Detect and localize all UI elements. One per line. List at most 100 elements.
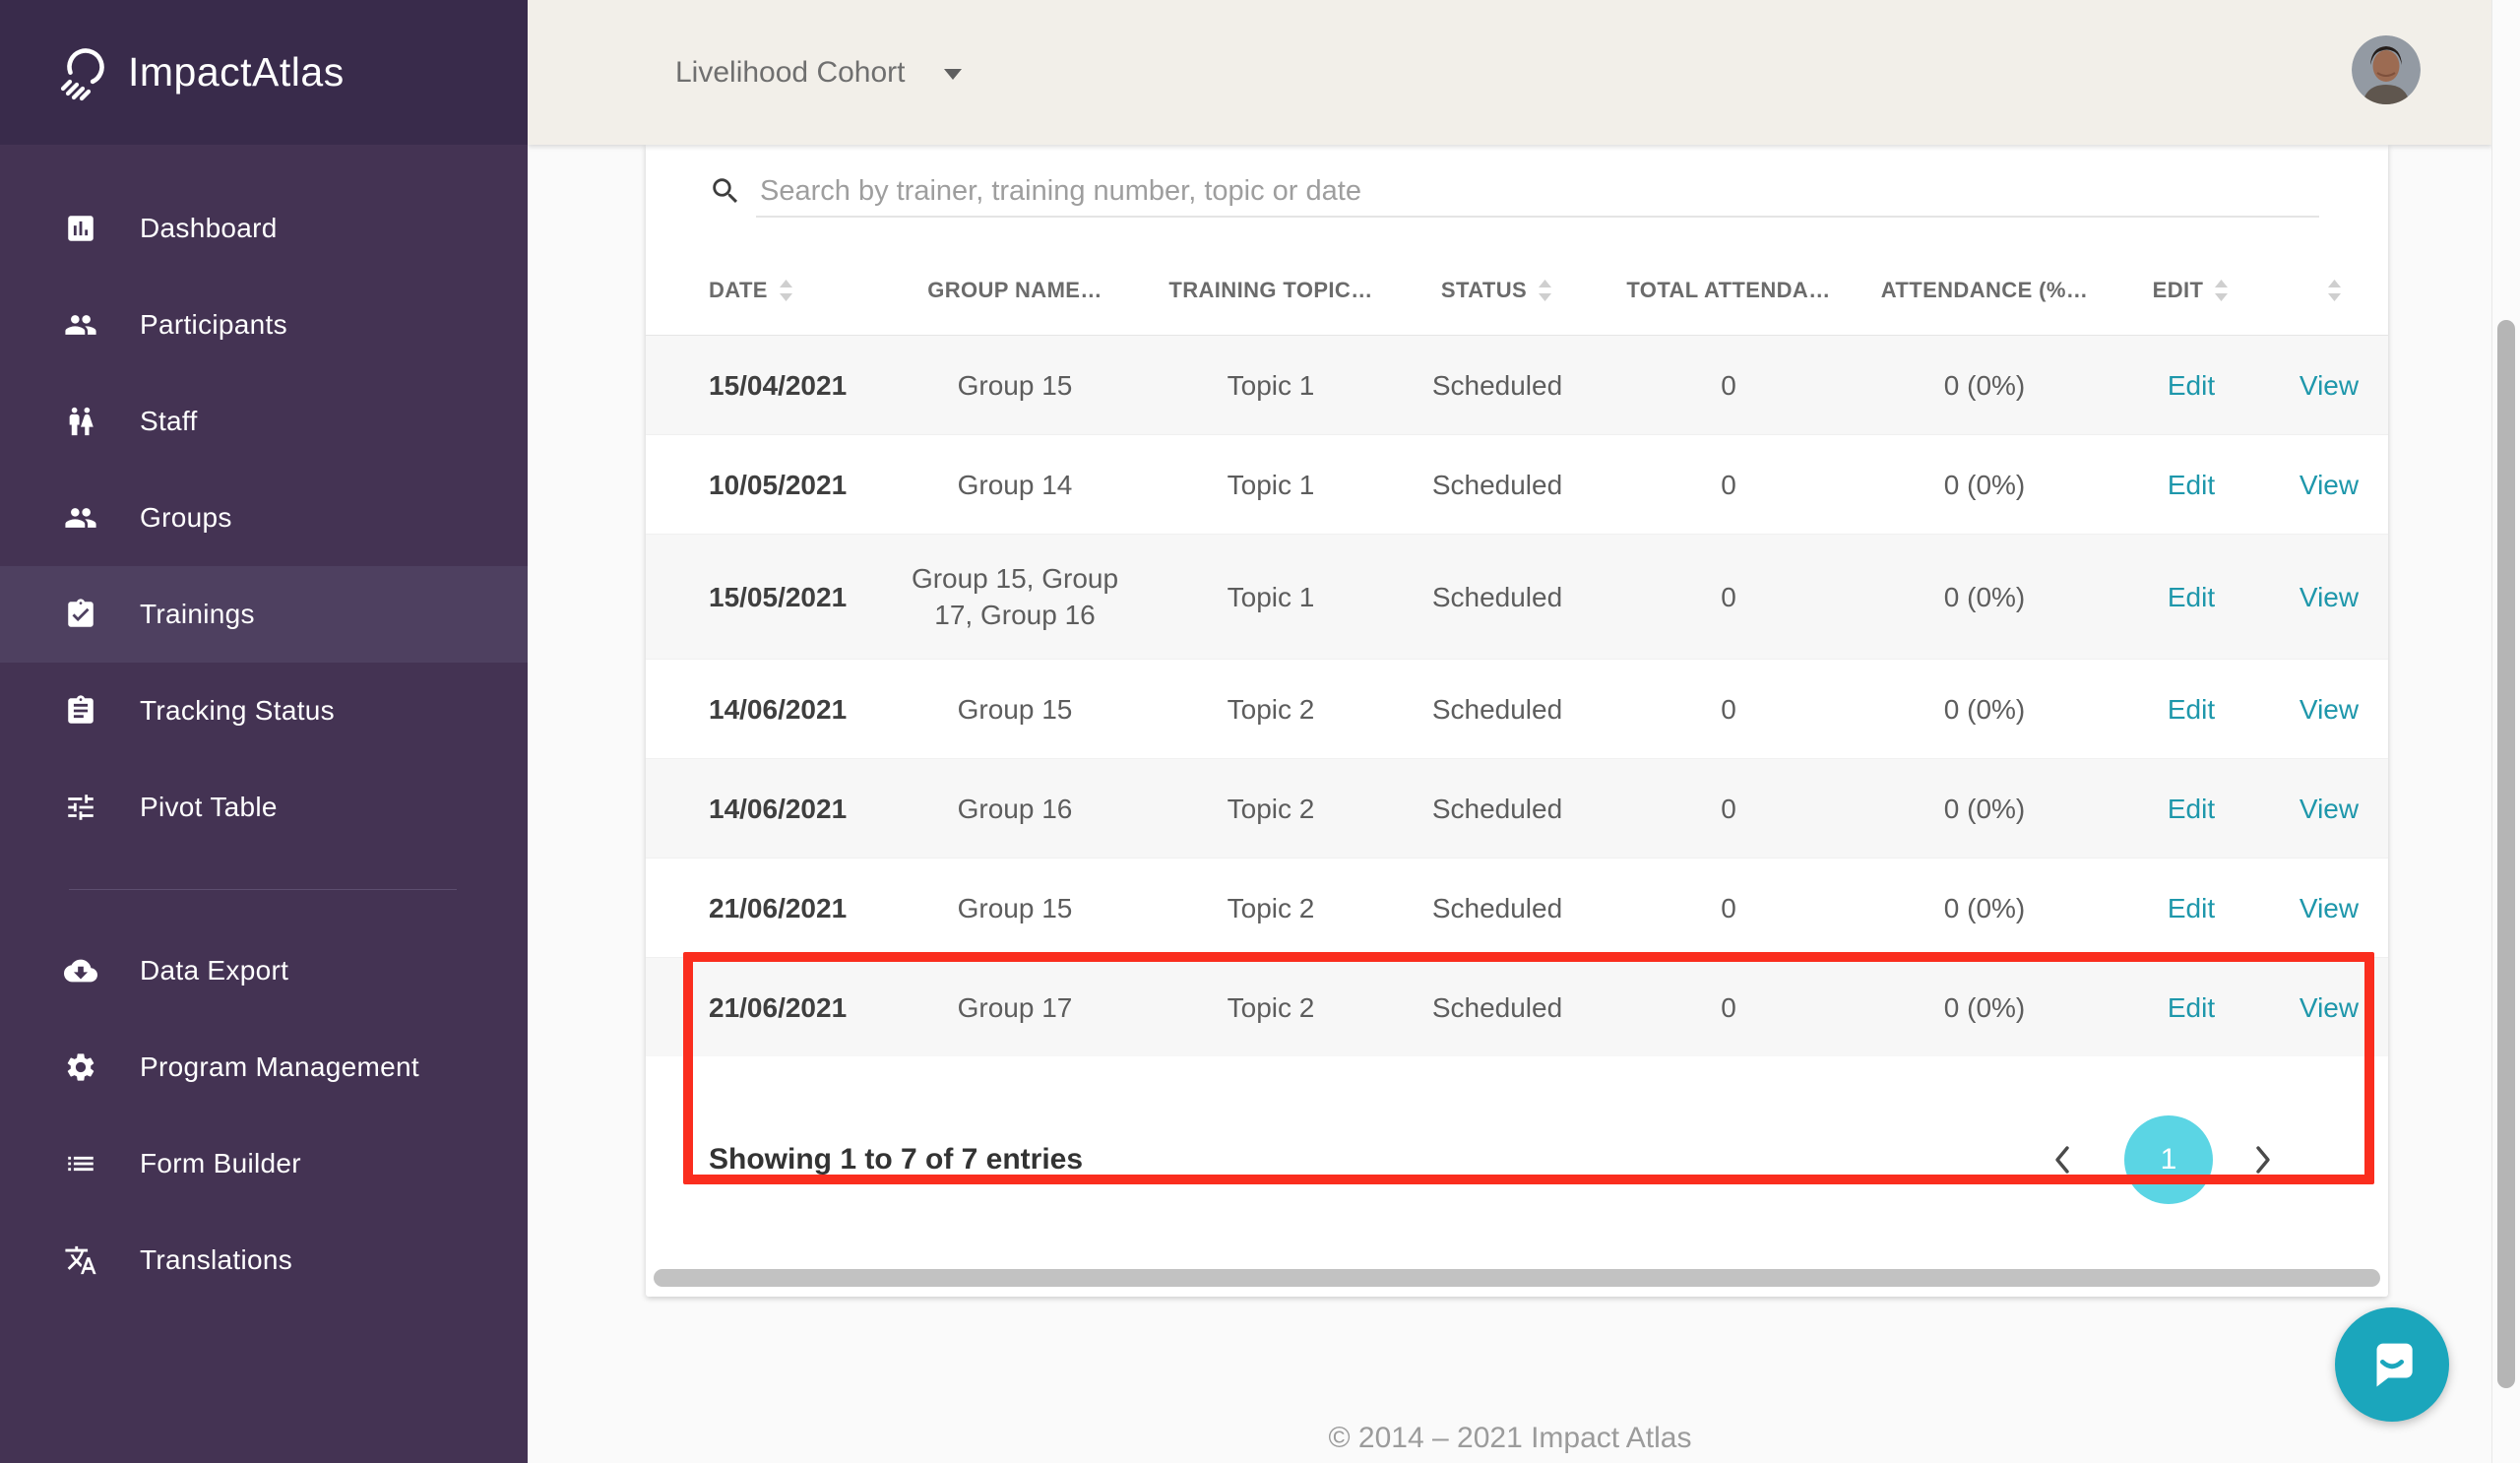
chat-launcher-button[interactable] (2335, 1307, 2449, 1422)
table-row: 21/06/2021 Group 15 Topic 2 Scheduled 0 … (646, 858, 2388, 957)
cell-status: Scheduled (1394, 864, 1601, 952)
pagination: Showing 1 to 7 of 7 entries 1 (646, 1056, 2388, 1263)
edit-link[interactable]: Edit (2168, 893, 2215, 923)
clipboard-check-icon (63, 597, 98, 632)
translate-icon (63, 1242, 98, 1278)
column-header-edit[interactable]: EDIT (2112, 278, 2270, 303)
view-link[interactable]: View (2300, 794, 2359, 824)
view-link[interactable]: View (2300, 992, 2359, 1023)
sort-arrows-icon (1537, 278, 1553, 303)
cell-total-attendance: 0 (1601, 765, 1857, 853)
cell-date: 15/04/2021 (646, 342, 882, 429)
sidebar-item-program-management[interactable]: Program Management (0, 1019, 528, 1115)
chevron-right-icon[interactable] (2248, 1142, 2278, 1177)
vertical-scrollbar-thumb[interactable] (2497, 320, 2515, 1388)
cell-total-attendance: 0 (1601, 864, 1857, 952)
table-row: 15/04/2021 Group 15 Topic 1 Scheduled 0 … (646, 336, 2388, 434)
edit-link[interactable]: Edit (2168, 694, 2215, 725)
sidebar-item-pivot-table[interactable]: Pivot Table (0, 759, 528, 856)
cell-total-attendance: 0 (1601, 666, 1857, 753)
column-header-group-name: GROUP NAME… (882, 278, 1148, 303)
trainings-table: DATE GROUP NAME… TRAINING TOPIC… STATUS … (646, 246, 2388, 1056)
list-icon (63, 1146, 98, 1181)
search-input[interactable] (756, 166, 2319, 218)
cell-date: 21/06/2021 (646, 864, 882, 952)
cell-attendance-pct: 0 (0%) (1857, 553, 2112, 641)
horizontal-scrollbar[interactable] (654, 1269, 2380, 1287)
edit-link[interactable]: Edit (2168, 794, 2215, 824)
cohort-selector-value: Livelihood Cohort (675, 56, 905, 90)
sidebar-item-translations[interactable]: Translations (0, 1212, 528, 1308)
sidebar-item-dashboard[interactable]: Dashboard (0, 180, 528, 277)
view-link[interactable]: View (2300, 582, 2359, 612)
sidebar: ImpactAtlas Dashboard Participants Staff… (0, 0, 528, 1463)
edit-link[interactable]: Edit (2168, 992, 2215, 1023)
cell-training-topic: Topic 2 (1148, 666, 1394, 753)
cell-attendance-pct: 0 (0%) (1857, 765, 2112, 853)
cell-total-attendance: 0 (1601, 342, 1857, 429)
cell-training-topic: Topic 1 (1148, 342, 1394, 429)
trainings-card: DATE GROUP NAME… TRAINING TOPIC… STATUS … (646, 145, 2388, 1297)
current-page-button[interactable]: 1 (2124, 1115, 2213, 1204)
entries-summary: Showing 1 to 7 of 7 entries (709, 1143, 1083, 1177)
sidebar-item-staff[interactable]: Staff (0, 373, 528, 470)
cell-status: Scheduled (1394, 553, 1601, 641)
column-header-actions[interactable] (2270, 278, 2388, 303)
cell-group-name: Group 14 (882, 441, 1148, 529)
cell-date: 21/06/2021 (646, 964, 882, 1051)
view-link[interactable]: View (2300, 694, 2359, 725)
view-link[interactable]: View (2300, 370, 2359, 401)
sidebar-item-groups[interactable]: Groups (0, 470, 528, 566)
cell-group-name: Group 17 (882, 964, 1148, 1051)
cohort-selector[interactable]: Livelihood Cohort (675, 56, 962, 90)
cell-training-topic: Topic 2 (1148, 765, 1394, 853)
brand-name: ImpactAtlas (128, 49, 345, 95)
search-icon (709, 174, 742, 208)
view-link[interactable]: View (2300, 470, 2359, 500)
people-icon (63, 500, 98, 536)
sort-arrows-icon (2326, 278, 2343, 303)
sort-arrows-icon (778, 278, 794, 303)
sidebar-item-trainings[interactable]: Trainings (0, 566, 528, 663)
cell-status: Scheduled (1394, 342, 1601, 429)
cloud-download-icon (63, 953, 98, 988)
table-row: 14/06/2021 Group 15 Topic 2 Scheduled 0 … (646, 659, 2388, 758)
column-header-status[interactable]: STATUS (1394, 278, 1601, 303)
clipboard-icon (63, 693, 98, 729)
cell-total-attendance: 0 (1601, 441, 1857, 529)
chevron-left-icon[interactable] (2048, 1142, 2077, 1177)
cell-attendance-pct: 0 (0%) (1857, 441, 2112, 529)
column-header-date[interactable]: DATE (646, 278, 882, 303)
edit-link[interactable]: Edit (2168, 370, 2215, 401)
edit-link[interactable]: Edit (2168, 582, 2215, 612)
copyright-text: © 2014 – 2021 Impact Atlas (528, 1422, 2492, 1455)
table-body: 15/04/2021 Group 15 Topic 1 Scheduled 0 … (646, 336, 2388, 1056)
vertical-scrollbar (2491, 0, 2520, 1463)
sidebar-nav: Dashboard Participants Staff Groups Trai… (0, 145, 528, 1308)
sidebar-item-participants[interactable]: Participants (0, 277, 528, 373)
cell-group-name: Group 15 (882, 666, 1148, 753)
sidebar-item-tracking-status[interactable]: Tracking Status (0, 663, 528, 759)
user-avatar[interactable] (2352, 35, 2421, 104)
sidebar-item-form-builder[interactable]: Form Builder (0, 1115, 528, 1212)
cell-attendance-pct: 0 (0%) (1857, 666, 2112, 753)
cell-total-attendance: 0 (1601, 553, 1857, 641)
cell-total-attendance: 0 (1601, 964, 1857, 1051)
caret-down-icon (944, 69, 962, 80)
gear-icon (63, 1050, 98, 1085)
search-bar (646, 145, 2388, 246)
cell-status: Scheduled (1394, 964, 1601, 1051)
cell-date: 15/05/2021 (646, 553, 882, 641)
staff-icon (63, 404, 98, 439)
cell-status: Scheduled (1394, 765, 1601, 853)
column-header-attendance: ATTENDANCE (%… (1857, 278, 2112, 303)
bar-chart-icon (63, 211, 98, 246)
edit-link[interactable]: Edit (2168, 470, 2215, 500)
table-header-row: DATE GROUP NAME… TRAINING TOPIC… STATUS … (646, 246, 2388, 336)
pagination-controls: 1 (2048, 1115, 2278, 1204)
sort-arrows-icon (2213, 278, 2230, 303)
sidebar-item-data-export[interactable]: Data Export (0, 922, 528, 1019)
cell-date: 14/06/2021 (646, 765, 882, 853)
cell-attendance-pct: 0 (0%) (1857, 964, 2112, 1051)
view-link[interactable]: View (2300, 893, 2359, 923)
